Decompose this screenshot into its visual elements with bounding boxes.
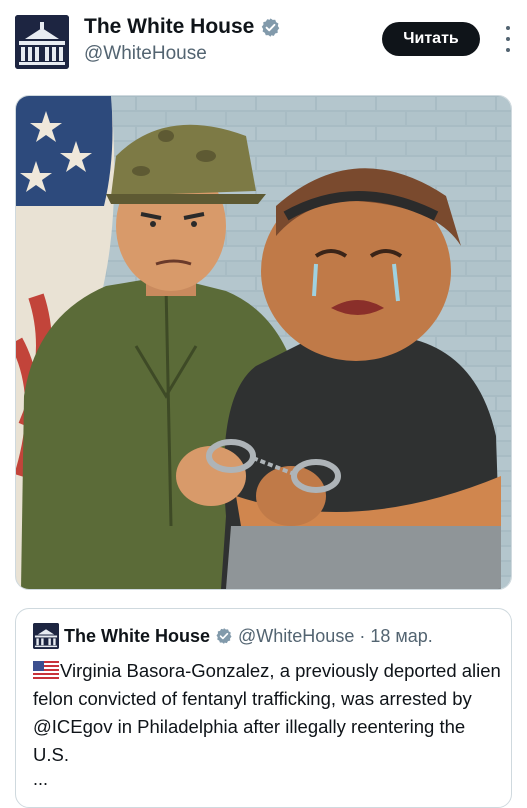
quoted-post-header: The White House @WhiteHouse · 18 мар. bbox=[33, 623, 433, 649]
quoted-post-body: Virginia Basora-Gonzalez, a previously d… bbox=[33, 660, 501, 765]
post-image[interactable] bbox=[15, 95, 512, 590]
dot bbox=[506, 48, 510, 52]
quoted-post-date[interactable]: 18 мар. bbox=[370, 626, 432, 647]
quoted-post[interactable]: The White House @WhiteHouse · 18 мар. Vi… bbox=[15, 608, 512, 808]
separator-dot: · bbox=[359, 625, 366, 646]
quoted-post-text: Virginia Basora-Gonzalez, a previously d… bbox=[33, 657, 501, 769]
us-flag-icon bbox=[33, 661, 59, 679]
quoted-author-handle[interactable]: @WhiteHouse bbox=[238, 626, 354, 647]
account-name[interactable]: The White House bbox=[84, 15, 254, 39]
dot bbox=[506, 26, 510, 30]
account-name-row: The White House bbox=[84, 15, 281, 39]
read-button[interactable]: Читать bbox=[382, 22, 480, 56]
quoted-avatar[interactable] bbox=[33, 623, 59, 649]
verified-badge-icon bbox=[262, 17, 280, 37]
more-options-icon[interactable] bbox=[496, 26, 520, 52]
white-house-avatar[interactable] bbox=[15, 15, 69, 69]
white-house-logo-icon bbox=[15, 15, 69, 69]
truncation-ellipsis: ... bbox=[33, 769, 49, 789]
quoted-author-name[interactable]: The White House bbox=[64, 626, 210, 647]
arrest-illustration bbox=[16, 96, 511, 589]
account-handle[interactable]: @WhiteHouse bbox=[84, 43, 207, 65]
dot bbox=[506, 37, 510, 41]
verified-badge-icon bbox=[216, 628, 232, 644]
white-house-logo-icon bbox=[33, 623, 59, 649]
post-header: The White House @WhiteHouse Читать bbox=[0, 0, 527, 86]
